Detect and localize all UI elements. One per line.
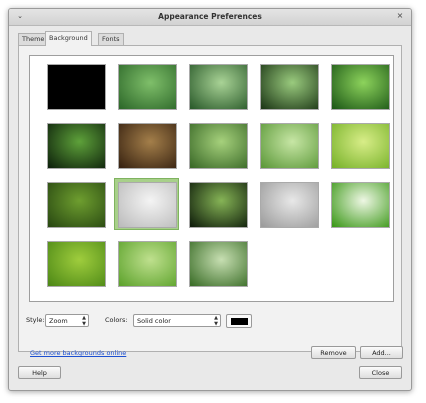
background-thumbnail-green-light-bokeh[interactable] — [118, 241, 177, 287]
tab-theme[interactable]: Theme — [18, 33, 49, 45]
color-picker-button[interactable] — [226, 314, 252, 328]
remove-button[interactable]: Remove — [311, 346, 356, 359]
close-button[interactable]: Close — [359, 366, 402, 379]
background-thumbnail-logo-gray-dark[interactable] — [260, 182, 319, 228]
window-menu-icon[interactable]: ⌄ — [16, 12, 24, 20]
style-label: Style: — [26, 316, 45, 324]
title-bar: ⌄ Appearance Preferences × — [9, 9, 411, 26]
help-button[interactable]: Help — [18, 366, 61, 379]
background-thumbnail-green-grass-blades[interactable] — [331, 64, 390, 110]
colors-label: Colors: — [105, 316, 128, 324]
background-thumbnail-dark-green-center[interactable] — [189, 182, 248, 228]
background-thumbnail-green-bubbles[interactable] — [260, 123, 319, 169]
style-combo[interactable]: Zoom ▲ ▼ — [45, 314, 89, 327]
background-thumbnail-fern[interactable] — [47, 123, 106, 169]
color-swatch — [231, 318, 248, 325]
tab-background[interactable]: Background — [45, 31, 92, 46]
window-title: Appearance Preferences — [158, 12, 262, 21]
style-value: Zoom — [49, 317, 68, 325]
background-thumbnail-water-drop-leaf[interactable] — [189, 64, 248, 110]
background-thumbnail-black[interactable] — [47, 64, 106, 110]
spin-arrows-icon: ▲ ▼ — [214, 315, 218, 327]
background-thumbnail-grid[interactable] — [29, 55, 394, 302]
close-icon[interactable]: × — [396, 12, 404, 20]
get-more-backgrounds-link[interactable]: Get more backgrounds online — [30, 349, 126, 357]
background-thumbnail-green-bokeh-dark[interactable] — [189, 123, 248, 169]
background-thumbnail-logo-gray[interactable] — [118, 182, 177, 228]
appearance-preferences-window: ⌄ Appearance Preferences × Theme Backgro… — [8, 8, 412, 391]
style-colors-row: Style: Zoom ▲ ▼ Colors: Solid color ▲ ▼ — [25, 314, 395, 328]
background-thumbnail-twig-drop[interactable] — [260, 64, 319, 110]
background-tab-panel: Style: Zoom ▲ ▼ Colors: Solid color ▲ ▼ Ge… — [18, 45, 403, 359]
background-thumbnail-fresh-grass[interactable] — [331, 182, 390, 228]
background-thumbnail-green-glow[interactable] — [331, 123, 390, 169]
background-thumbnail-stones-water[interactable] — [118, 123, 177, 169]
colors-value: Solid color — [137, 317, 171, 325]
spin-arrows-icon: ▲ ▼ — [82, 315, 86, 327]
background-thumbnail-green-leaf-drops[interactable] — [118, 64, 177, 110]
background-thumbnail-dark-green-gradient[interactable] — [47, 182, 106, 228]
background-thumbnail-green-vertical-streaks[interactable] — [189, 241, 248, 287]
colors-combo[interactable]: Solid color ▲ ▼ — [133, 314, 221, 327]
add-button[interactable]: Add... — [360, 346, 403, 359]
background-thumbnail-green-texture[interactable] — [47, 241, 106, 287]
tab-fonts[interactable]: Fonts — [98, 33, 124, 45]
